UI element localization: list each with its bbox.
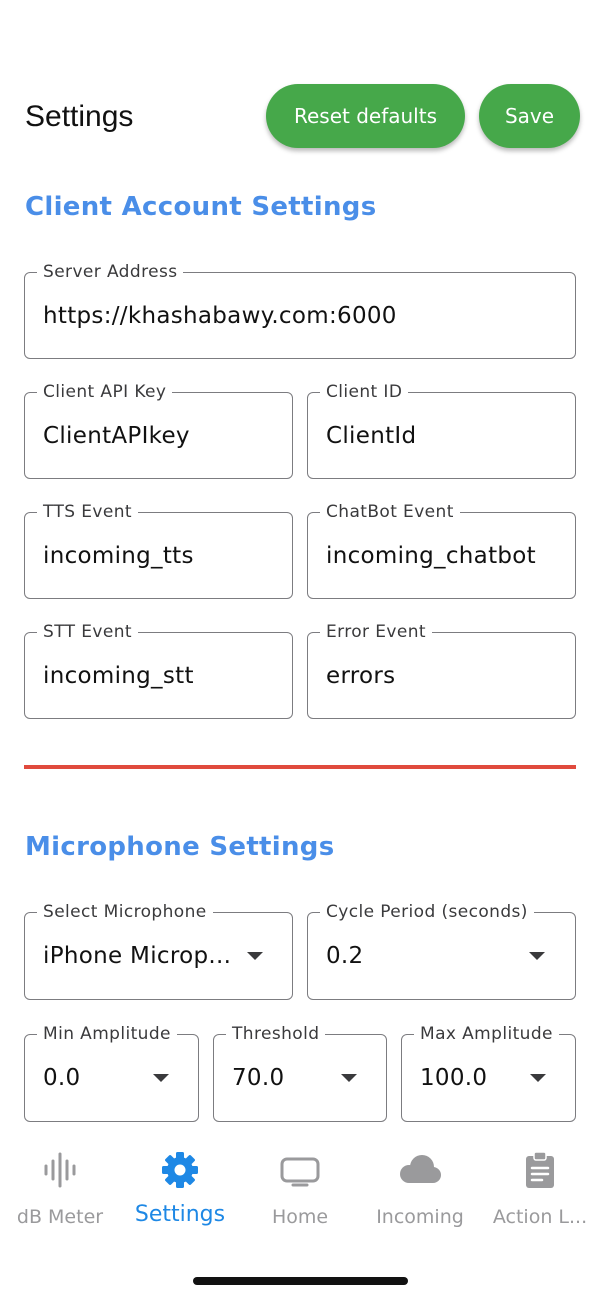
select-microphone-value: iPhone Microp... xyxy=(43,943,232,969)
reset-defaults-button[interactable]: Reset defaults xyxy=(266,84,465,148)
client-api-key-field[interactable]: Client API Key ClientAPIkey xyxy=(24,381,293,479)
waveform-icon xyxy=(44,1152,76,1188)
cycle-period-value: 0.2 xyxy=(326,943,364,969)
chevron-down-icon xyxy=(529,952,545,960)
select-microphone-dropdown[interactable]: Select Microphone iPhone Microp... xyxy=(24,901,293,1000)
tts-event-value: incoming_tts xyxy=(43,542,194,569)
max-amplitude-value: 100.0 xyxy=(420,1065,488,1091)
nav-item-db-meter[interactable]: dB Meter xyxy=(0,1140,120,1240)
nav-label-home: Home xyxy=(271,1206,329,1228)
gear-icon xyxy=(162,1152,198,1188)
cloud-icon xyxy=(400,1155,441,1183)
chatbot-event-field[interactable]: ChatBot Event incoming_chatbot xyxy=(307,501,576,599)
nav-label-db-meter: dB Meter xyxy=(16,1206,104,1228)
clipboard-icon xyxy=(526,1151,554,1188)
max-amplitude-dropdown[interactable]: Max Amplitude 100.0 xyxy=(401,1023,576,1122)
section-divider xyxy=(24,765,576,769)
error-event-value: errors xyxy=(326,662,396,689)
server-address-value: https://khashabawy.com:6000 xyxy=(43,302,397,329)
cycle-period-dropdown[interactable]: Cycle Period (seconds) 0.2 xyxy=(307,901,576,1000)
chevron-down-icon xyxy=(247,952,263,960)
stt-event-value: incoming_stt xyxy=(43,662,194,689)
client-id-field[interactable]: Client ID ClientId xyxy=(307,381,576,479)
nav-label-incoming: Incoming xyxy=(376,1206,464,1228)
threshold-value: 70.0 xyxy=(232,1065,285,1091)
chevron-down-icon xyxy=(341,1074,357,1082)
microphone-settings-title: Microphone Settings xyxy=(25,832,335,862)
min-amplitude-dropdown[interactable]: Min Amplitude 0.0 xyxy=(24,1023,199,1122)
nav-item-action-log[interactable]: Action L... xyxy=(480,1140,600,1240)
chatbot-event-value: incoming_chatbot xyxy=(326,542,536,569)
save-button[interactable]: Save xyxy=(479,84,580,148)
bottom-navigation-bar: dB Meter Settings Home Incoming Action L… xyxy=(0,1140,600,1240)
chevron-down-icon xyxy=(153,1074,169,1082)
client-id-value: ClientId xyxy=(326,422,417,449)
nav-label-settings: Settings xyxy=(134,1202,226,1227)
nav-label-action-log: Action L... xyxy=(492,1206,588,1228)
min-amplitude-value: 0.0 xyxy=(43,1065,81,1091)
stt-event-field[interactable]: STT Event incoming_stt xyxy=(24,621,293,719)
nav-item-settings[interactable]: Settings xyxy=(120,1140,240,1240)
nav-item-incoming[interactable]: Incoming xyxy=(360,1140,480,1240)
error-event-field[interactable]: Error Event errors xyxy=(307,621,576,719)
nav-item-home[interactable]: Home xyxy=(240,1140,360,1240)
client-account-settings-title: Client Account Settings xyxy=(25,192,377,222)
chevron-down-icon xyxy=(530,1074,546,1082)
client-api-key-value: ClientAPIkey xyxy=(43,422,190,449)
tts-event-field[interactable]: TTS Event incoming_tts xyxy=(24,501,293,599)
page-title: Settings xyxy=(25,100,134,133)
server-address-field[interactable]: Server Address https://khashabawy.com:60… xyxy=(24,261,576,359)
threshold-dropdown[interactable]: Threshold 70.0 xyxy=(213,1023,387,1122)
home-indicator[interactable] xyxy=(193,1277,408,1285)
tv-icon xyxy=(280,1157,320,1187)
